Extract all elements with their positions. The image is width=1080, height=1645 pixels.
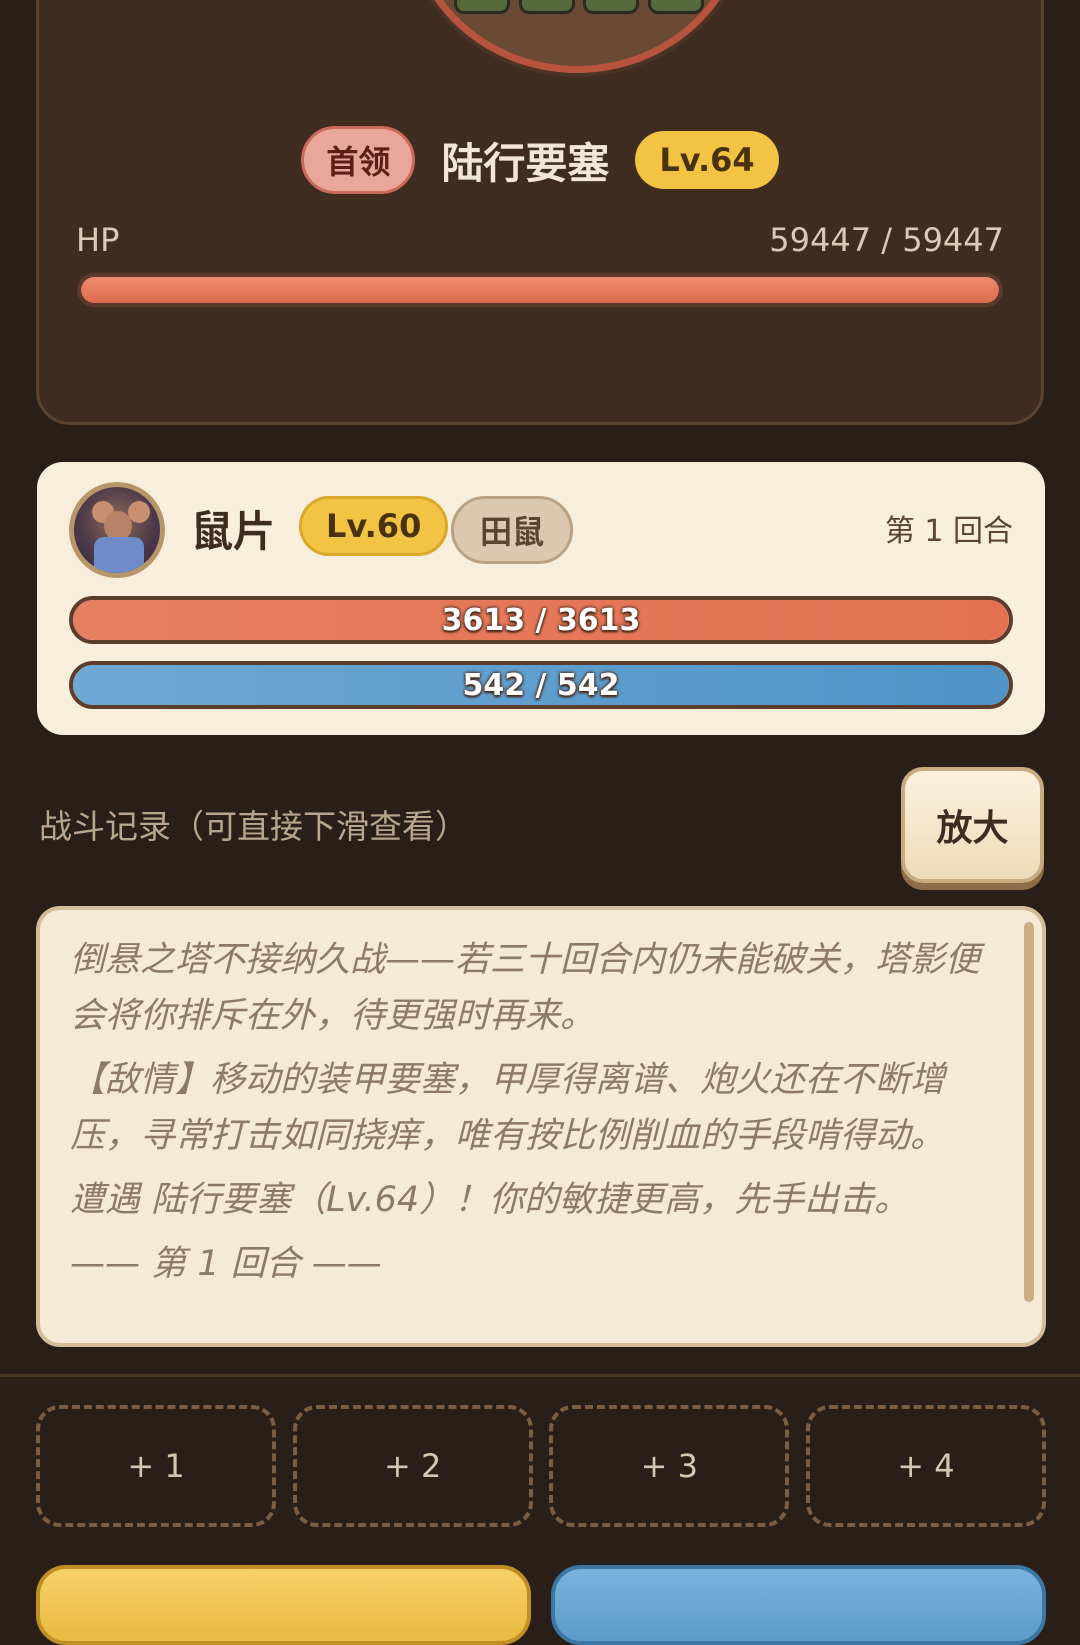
player-name: 鼠片 [191,507,276,556]
round-counter: 第 1 回合 [884,514,1013,549]
skill-slots: + 1 + 2 + 3 + 4 [36,1405,1046,1527]
enemy-hp-label: HP [76,221,120,259]
skill-button[interactable] [551,1565,1046,1645]
enemy-name: 陆行要塞 [441,138,610,188]
enemy-hp-bar [77,273,1003,307]
battle-log-title: 战斗记录（可直接下滑查看） [39,807,468,846]
player-hp-bar: 3613 / 3613 [69,596,1013,644]
enemy-title-row: 首领 陆行要塞 Lv.64 [39,125,1041,195]
skill-slot-1[interactable]: + 1 [36,1405,276,1527]
enemy-hp-value: 59447 / 59447 [769,221,1004,259]
skill-slot-4[interactable]: + 4 [805,1405,1046,1527]
mech-legs-image [454,0,704,16]
player-mp-text: 542 / 542 [462,667,620,703]
player-hp-text: 3613 / 3613 [441,602,641,638]
skill-slot-2[interactable]: + 2 [292,1405,533,1527]
log-line: 【敌情】移动的装甲要塞，甲厚得离谱、炮火还在不断增压，寻常打击如同挠痒，唯有按比… [70,1060,946,1156]
boss-badge: 首领 [301,126,416,194]
player-mp-bar: 542 / 542 [69,661,1013,709]
log-line: 遭遇 陆行要塞（Lv.64）！你的敏捷更高，先手出击。 [70,1180,910,1220]
skill-slot-3[interactable]: + 3 [549,1405,790,1527]
log-scrollbar[interactable] [1024,922,1034,1302]
enemy-portrait [407,0,747,73]
zoom-button[interactable]: 放大 [901,767,1044,883]
enemy-hp-fill [81,277,999,303]
player-avatar[interactable] [69,482,165,578]
player-card: 鼠片 Lv.60 田鼠 第 1 回合 3613 / 3613 542 / 542 [37,462,1045,735]
enemy-card: 首领 陆行要塞 Lv.64 HP 59447 / 59447 [36,0,1044,425]
player-class-badge: 田鼠 [451,496,574,564]
divider [0,1374,1080,1377]
battle-log-panel[interactable]: 倒悬之塔不接纳久战——若三十回合内仍未能破关，塔影便会将你排斥在外，待更强时再来… [36,906,1046,1347]
enemy-level-badge: Lv.64 [635,131,779,189]
log-line: —— 第 1 回合 —— [70,1244,382,1284]
log-line: 倒悬之塔不接纳久战——若三十回合内仍未能破关，塔影便会将你排斥在外，待更强时再来… [70,940,981,1036]
player-level-badge: Lv.60 [299,496,449,556]
attack-button[interactable] [36,1565,531,1645]
